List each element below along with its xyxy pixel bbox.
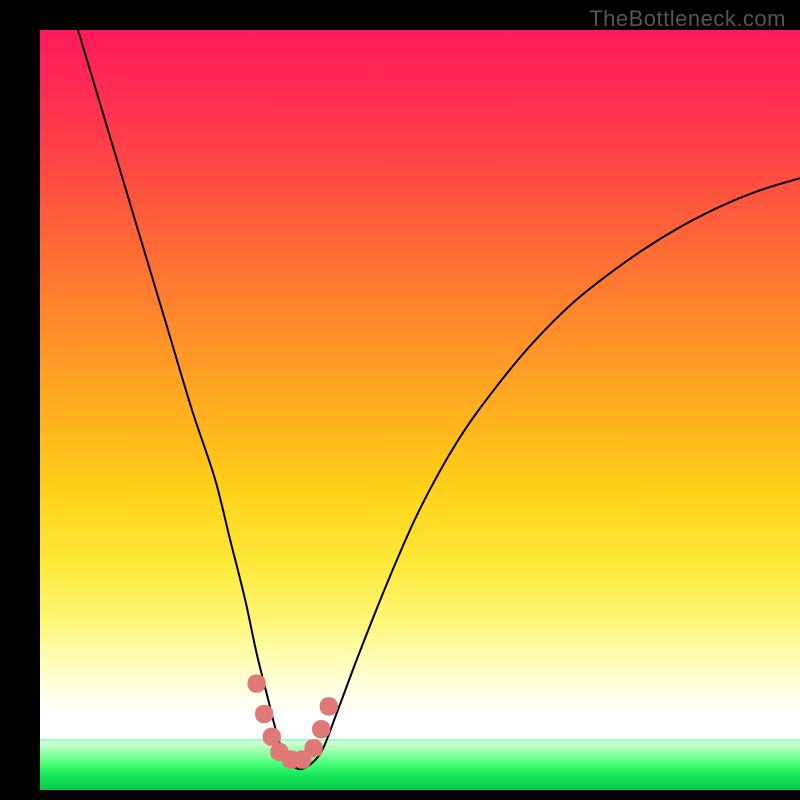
minimum-marker-dot (255, 705, 273, 723)
minimum-marker-dot (247, 674, 265, 692)
minimum-marker-dot (320, 697, 338, 715)
watermark-text: TheBottleneck.com (589, 6, 786, 32)
minimum-marker-dot (312, 720, 330, 738)
minimum-marker-group (247, 674, 337, 768)
minimum-marker-dot (304, 739, 322, 757)
bottleneck-curve (78, 30, 800, 769)
curve-svg (40, 30, 800, 790)
plot-area (40, 30, 800, 790)
chart-container: TheBottleneck.com (0, 0, 800, 800)
